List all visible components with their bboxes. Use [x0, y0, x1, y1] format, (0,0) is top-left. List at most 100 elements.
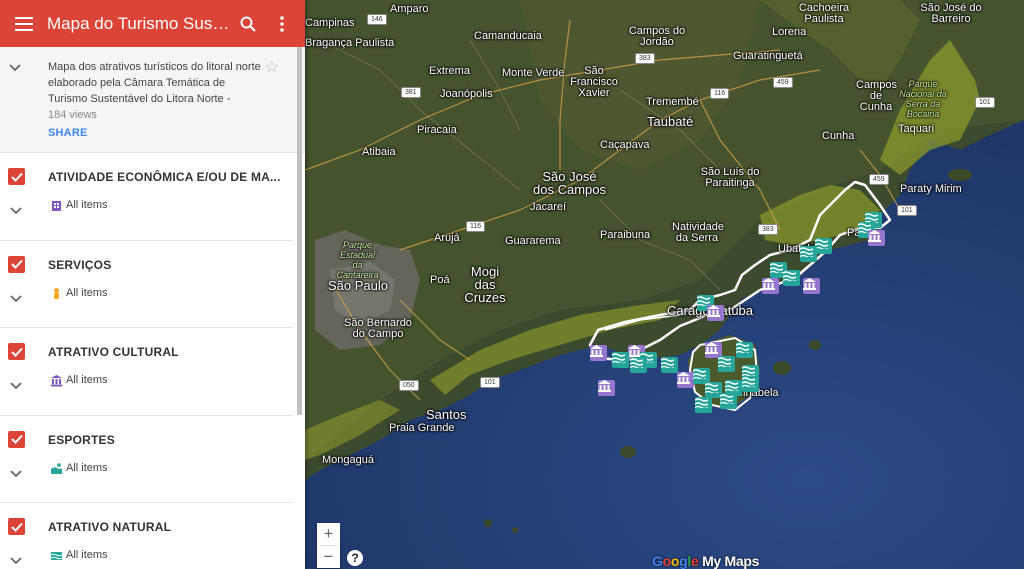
- check-icon: [10, 434, 23, 444]
- hamburger-icon: [14, 16, 33, 31]
- layer-checkbox[interactable]: [8, 430, 25, 448]
- layer-expand-toggle[interactable]: [10, 202, 22, 220]
- layer-name[interactable]: ATIVIDADE ECONÔMICA E/OU DE MA...: [48, 170, 289, 184]
- description-text: Mapa dos atrativos turísticos do litoral…: [48, 61, 261, 105]
- search-button[interactable]: [231, 0, 265, 47]
- all-items-label[interactable]: All items: [66, 374, 108, 386]
- natural-attraction-marker[interactable]: [630, 357, 647, 373]
- layer-name[interactable]: ESPORTES: [48, 433, 289, 447]
- museum-icon: [705, 342, 718, 354]
- museum-icon[interactable]: [50, 374, 63, 387]
- natural-attraction-marker[interactable]: [612, 352, 629, 368]
- chevron-down-icon: [10, 382, 22, 390]
- building-icon[interactable]: [50, 199, 63, 212]
- waves-icon: [718, 357, 731, 367]
- person-icon[interactable]: [50, 287, 63, 300]
- natural-attraction-marker[interactable]: [815, 238, 832, 254]
- layer-checkbox[interactable]: [8, 255, 25, 273]
- chevron-down-icon: [10, 294, 22, 302]
- natural-attraction-marker[interactable]: [718, 356, 735, 372]
- layer-item: ESPORTES All items: [0, 416, 293, 503]
- view-count: 184 views: [48, 109, 97, 121]
- natural-attraction-marker[interactable]: [742, 376, 759, 392]
- help-button[interactable]: ?: [347, 550, 363, 566]
- more-options-button[interactable]: [265, 0, 299, 47]
- museum-icon: [598, 380, 611, 392]
- layer-checkbox[interactable]: [8, 343, 25, 360]
- waves-icon: [725, 381, 738, 391]
- waves-icon: [742, 377, 755, 387]
- star-icon[interactable]: ☆: [265, 57, 279, 77]
- share-button[interactable]: SHARE: [48, 127, 265, 139]
- layer-expand-toggle[interactable]: [10, 290, 22, 308]
- waves-icon: [695, 398, 708, 408]
- layer-name[interactable]: ATRATIVO NATURAL: [48, 520, 289, 534]
- chevron-down-icon: [10, 469, 22, 477]
- menu-button[interactable]: [0, 0, 47, 47]
- all-items-label[interactable]: All items: [66, 287, 108, 299]
- layer-expand-toggle[interactable]: [10, 552, 22, 569]
- museum-icon: [803, 278, 816, 290]
- cultural-attraction-marker[interactable]: [598, 380, 615, 396]
- natural-attraction-marker[interactable]: [661, 357, 678, 373]
- all-items-label[interactable]: All items: [66, 199, 108, 211]
- museum-icon: [707, 305, 720, 317]
- natural-attraction-marker[interactable]: [695, 397, 712, 413]
- layer-item: ATIVIDADE ECONÔMICA E/OU DE MA... All it…: [0, 153, 293, 241]
- swimmer-icon[interactable]: [50, 462, 63, 475]
- cultural-attraction-marker[interactable]: [803, 278, 820, 294]
- chevron-down-icon: [10, 557, 22, 565]
- museum-icon: [677, 372, 690, 384]
- layer-item: ATRATIVO NATURAL All items: [0, 503, 293, 569]
- natural-attraction-marker[interactable]: [800, 246, 817, 262]
- natural-attraction-marker[interactable]: [736, 342, 753, 358]
- description-toggle[interactable]: [9, 59, 21, 77]
- layer-name[interactable]: ATRATIVO CULTURAL: [48, 345, 289, 359]
- natural-attraction-marker[interactable]: [720, 393, 737, 409]
- cultural-attraction-marker[interactable]: [762, 278, 779, 294]
- zoom-out-button[interactable]: −: [317, 546, 340, 568]
- check-icon: [10, 347, 23, 357]
- waves-icon: [705, 383, 718, 393]
- more-vert-icon: [280, 15, 284, 32]
- waves-icon: [770, 263, 783, 273]
- cultural-attraction-marker[interactable]: [677, 372, 694, 388]
- museum-icon: [868, 230, 881, 242]
- waves-icon: [720, 394, 733, 404]
- map-title: Mapa do Turismo Suste...: [47, 14, 231, 33]
- check-icon: [10, 172, 23, 182]
- layer-list: ATIVIDADE ECONÔMICA E/OU DE MA... All it…: [0, 153, 305, 569]
- waves-icon: [800, 247, 813, 257]
- layer-expand-toggle[interactable]: [10, 465, 22, 483]
- layer-checkbox[interactable]: [8, 168, 25, 185]
- layer-item: ATRATIVO CULTURAL All items: [0, 328, 293, 416]
- chevron-down-icon: [10, 207, 22, 215]
- waves-icon: [783, 271, 796, 281]
- waves-icon: [693, 369, 706, 379]
- natural-attraction-marker[interactable]: [783, 270, 800, 286]
- museum-icon: [590, 345, 603, 357]
- scrollbar[interactable]: [297, 47, 302, 415]
- map-description: Mapa dos atrativos turísticos do litoral…: [0, 47, 305, 153]
- zoom-in-button[interactable]: +: [317, 523, 340, 545]
- all-items-label[interactable]: All items: [66, 462, 108, 474]
- waves-icon: [661, 358, 674, 368]
- cultural-attraction-marker[interactable]: [868, 230, 885, 246]
- all-items-label[interactable]: All items: [66, 549, 108, 561]
- layer-checkbox[interactable]: [8, 518, 25, 535]
- check-icon: [10, 522, 23, 532]
- legend-panel: Mapa do Turismo Suste... Mapa dos atrati…: [0, 0, 305, 569]
- layer-item: SERVIÇOS All items: [0, 241, 293, 328]
- chevron-down-icon: [9, 64, 21, 72]
- check-icon: [10, 259, 23, 269]
- layer-name[interactable]: SERVIÇOS: [48, 258, 289, 272]
- cultural-attraction-marker[interactable]: [707, 305, 724, 321]
- layer-expand-toggle[interactable]: [10, 377, 22, 395]
- waves-icon: [742, 366, 755, 376]
- waves-icon: [612, 353, 625, 363]
- cultural-attraction-marker[interactable]: [590, 345, 607, 361]
- waves-icon[interactable]: [50, 549, 63, 562]
- museum-icon: [762, 278, 775, 290]
- waves-icon: [630, 358, 643, 368]
- waves-icon: [736, 343, 749, 353]
